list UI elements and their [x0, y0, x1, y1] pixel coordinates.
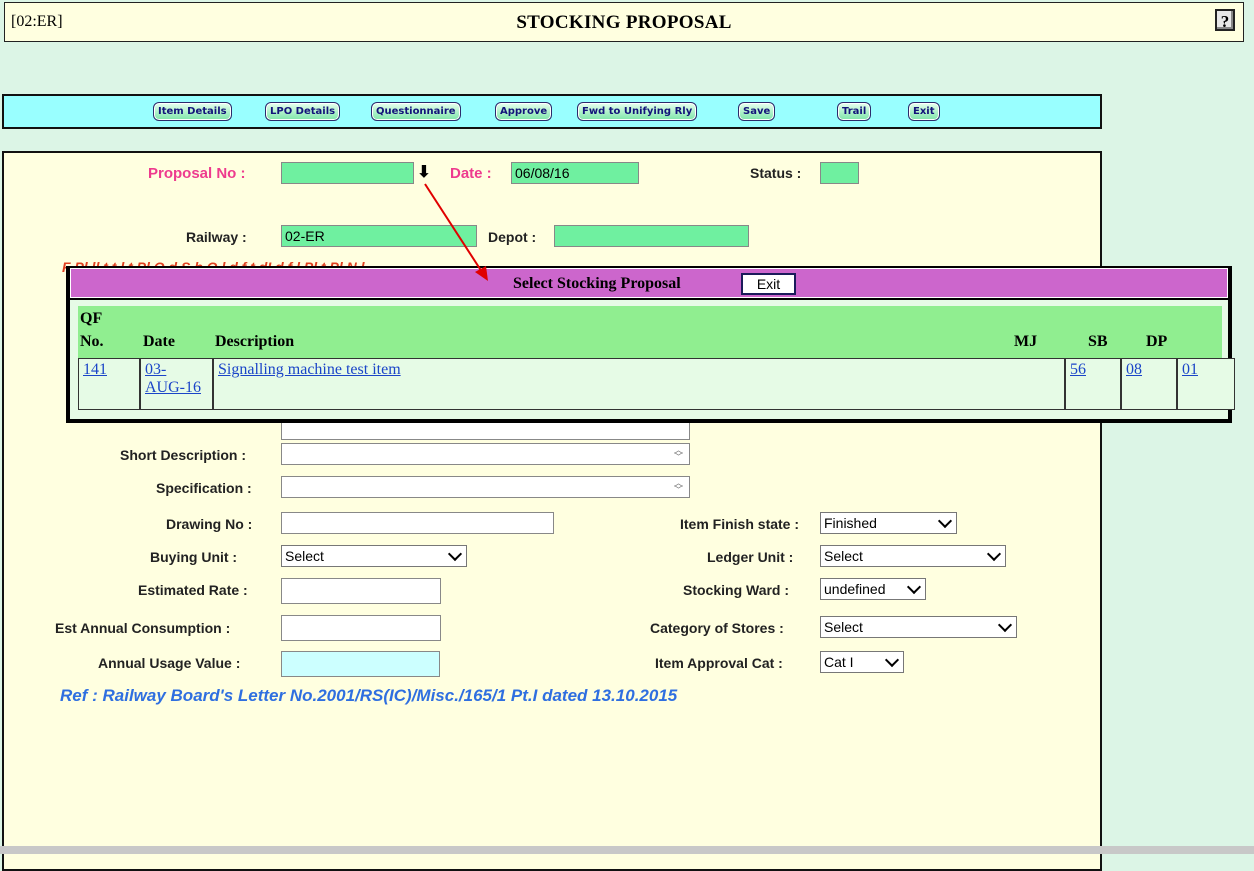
annotation-arrow: [424, 183, 488, 281]
horizontal-scrollbar[interactable]: [0, 846, 1254, 854]
